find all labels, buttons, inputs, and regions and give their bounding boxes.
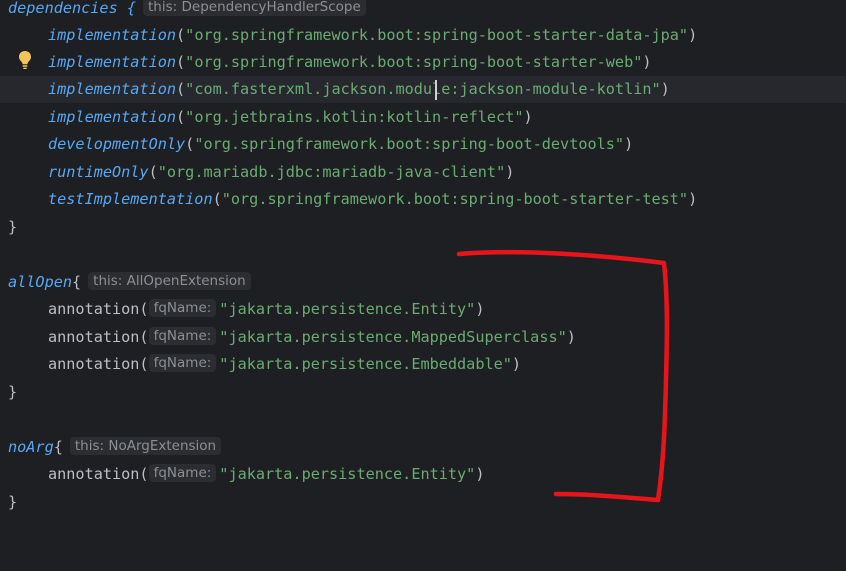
close-paren: ) <box>511 355 522 373</box>
code-line-2[interactable]: implementation("org.springframework.boot… <box>0 22 846 49</box>
close-paren: ) <box>566 328 576 346</box>
close-paren: ) <box>505 163 515 181</box>
dependencies-block-keyword: dependencies { <box>8 0 137 17</box>
annotation-string: "jakarta.persistence.Entity" <box>219 300 476 318</box>
opening-brace: { <box>53 438 63 456</box>
parameter-name-hint: fqName: <box>148 327 217 345</box>
annotation-call: annotation( <box>48 465 149 483</box>
receiver-type-hint: this: NoArgExtension <box>69 437 222 455</box>
allopen-block-keyword: allOpen <box>8 273 73 291</box>
open-paren: ( <box>185 135 195 153</box>
text-caret <box>435 80 437 100</box>
close-paren: ) <box>475 300 485 318</box>
annotation-string: "jakarta.persistence.Entity" <box>219 465 476 483</box>
close-paren: ) <box>688 26 698 44</box>
closing-brace: } <box>8 493 18 511</box>
code-line-14[interactable]: annotation(fqName: "jakarta.persistence.E… <box>0 351 846 378</box>
code-line-8[interactable]: testImplementation("org.springframework.… <box>0 186 846 213</box>
close-paren: ) <box>624 135 634 153</box>
dependency-string: "org.springframework.boot:spring-boot-st… <box>185 26 689 44</box>
code-line-1[interactable]: dependencies { this: DependencyHandlerSco… <box>0 0 846 22</box>
code-editor[interactable]: dependencies { this: DependencyHandlerSco… <box>0 0 846 516</box>
dependency-function: implementation <box>48 80 177 98</box>
close-paren: ) <box>688 190 698 208</box>
open-paren: ( <box>212 190 222 208</box>
annotation-string: "jakarta.persistence.MappedSuperclass" <box>219 328 567 346</box>
dependency-string: "com.fasterxml.jackson.module:jackson-mo… <box>185 80 661 98</box>
code-line-17[interactable]: noArg{ this: NoArgExtension <box>0 434 846 461</box>
noarg-block-keyword: noArg <box>8 438 54 456</box>
annotation-call: annotation( <box>48 328 149 346</box>
close-paren: ) <box>475 465 485 483</box>
lightbulb-icon[interactable] <box>18 50 32 70</box>
annotation-call: annotation( <box>48 355 149 373</box>
dependency-string: "org.jetbrains.kotlin:kotlin-reflect" <box>185 108 524 126</box>
close-paren: ) <box>642 53 652 71</box>
close-paren: ) <box>523 108 533 126</box>
parameter-name-hint: fqName: <box>148 299 217 317</box>
code-line-4[interactable]: implementation("com.fasterxml.jackson.mo… <box>0 76 846 104</box>
open-paren: ( <box>148 163 158 181</box>
code-line-13[interactable]: annotation(fqName: "jakarta.persistence.M… <box>0 324 846 351</box>
dependency-function: implementation <box>48 108 177 126</box>
dependency-function: implementation <box>48 53 177 71</box>
annotation-call: annotation( <box>48 300 149 318</box>
close-paren: ) <box>660 80 670 98</box>
dependency-function: implementation <box>48 26 177 44</box>
open-paren: ( <box>176 108 186 126</box>
code-line-18[interactable]: annotation(fqName: "jakarta.persistence.E… <box>0 461 846 488</box>
open-paren: ( <box>176 26 186 44</box>
code-line-7[interactable]: runtimeOnly("org.mariadb.jdbc:mariadb-ja… <box>0 159 846 186</box>
code-line-12[interactable]: annotation(fqName: "jakarta.persistence.E… <box>0 296 846 323</box>
code-line-15[interactable]: } <box>0 379 846 406</box>
dependency-function: testImplementation <box>48 190 213 208</box>
parameter-name-hint: fqName: <box>148 354 217 372</box>
dependency-string: "org.springframework.boot:spring-boot-st… <box>221 190 689 208</box>
annotation-string: "jakarta.persistence.Embeddable" <box>219 355 512 373</box>
code-line-11[interactable]: allOpen{ this: AllOpenExtension <box>0 269 846 296</box>
receiver-type-hint: this: DependencyHandlerScope <box>143 0 366 16</box>
dependency-string: "org.springframework.boot:spring-boot-st… <box>185 53 643 71</box>
dependency-function: runtimeOnly <box>48 163 149 181</box>
dependency-string: "org.springframework.boot:spring-boot-de… <box>194 135 625 153</box>
receiver-type-hint: this: AllOpenExtension <box>88 272 251 290</box>
code-line-3[interactable]: implementation("org.springframework.boot… <box>0 49 846 76</box>
code-line-6[interactable]: developmentOnly("org.springframework.boo… <box>0 131 846 158</box>
dependency-string: "org.mariadb.jdbc:mariadb-java-client" <box>157 163 506 181</box>
code-line-5[interactable]: implementation("org.jetbrains.kotlin:kot… <box>0 104 846 131</box>
code-line-9[interactable]: } <box>0 214 846 241</box>
code-line-19[interactable]: } <box>0 489 846 516</box>
closing-brace: } <box>8 218 18 236</box>
parameter-name-hint: fqName: <box>148 464 217 482</box>
dependency-function: developmentOnly <box>48 135 186 153</box>
open-paren: ( <box>176 53 186 71</box>
closing-brace: } <box>8 383 18 401</box>
opening-brace: { <box>72 273 82 291</box>
open-paren: ( <box>176 80 186 98</box>
